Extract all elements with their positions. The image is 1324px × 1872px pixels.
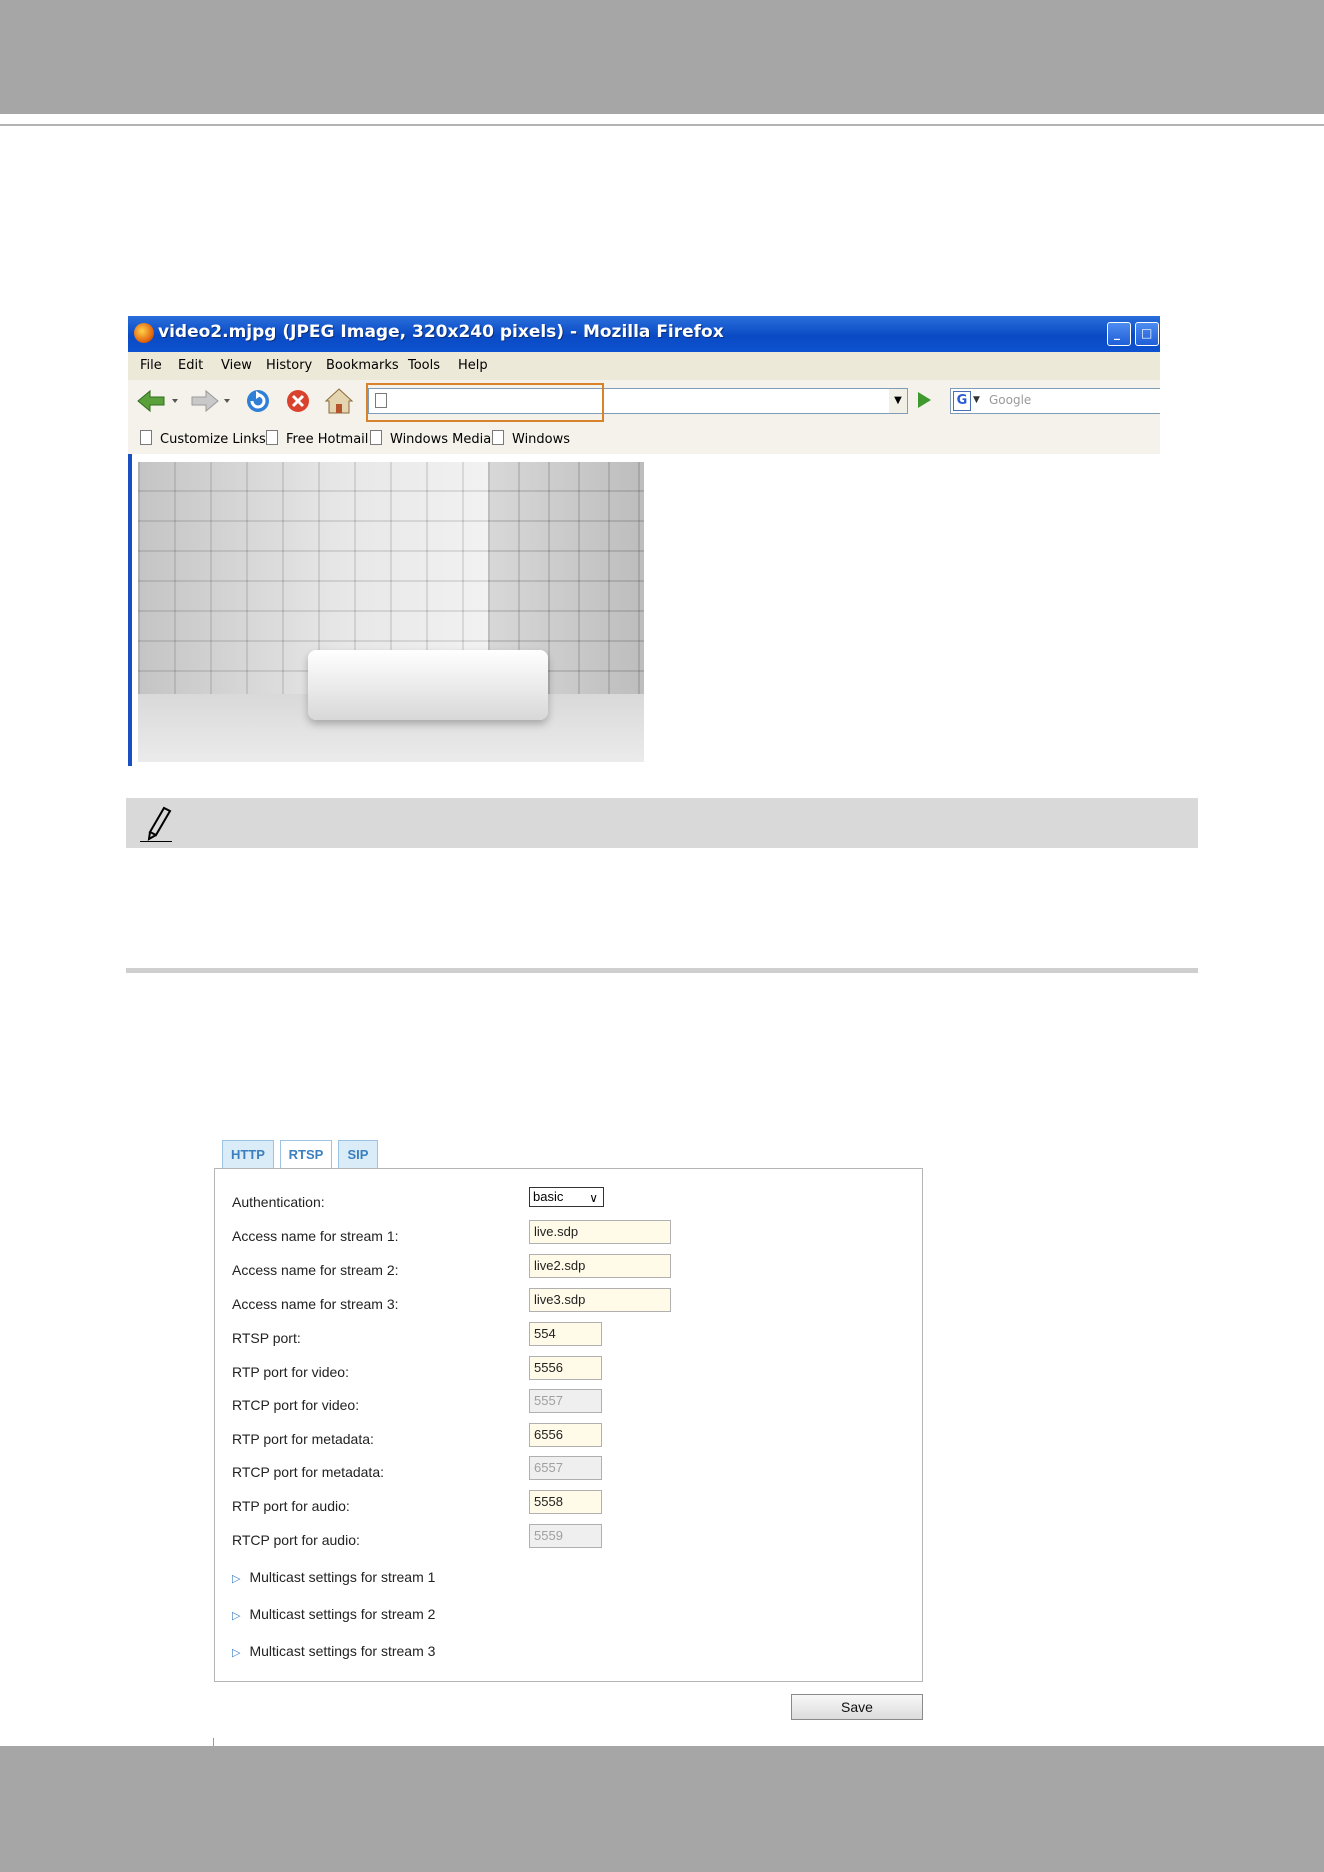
save-button[interactable]: Save — [791, 1694, 923, 1720]
menu-edit[interactable]: Edit — [178, 358, 203, 373]
page-header-band — [0, 0, 1324, 114]
go-button-icon[interactable] — [913, 388, 935, 412]
rtcp-audio-port-input: 5559 — [529, 1524, 602, 1548]
snapshot-bed — [308, 650, 548, 720]
bookmark-item[interactable]: Windows — [492, 430, 570, 447]
window-titlebar: video2.mjpg (JPEG Image, 320x240 pixels)… — [128, 316, 1160, 352]
bookmark-item[interactable]: Free Hotmail — [266, 430, 368, 447]
window-title: video2.mjpg (JPEG Image, 320x240 pixels)… — [158, 322, 724, 342]
menu-history[interactable]: History — [266, 358, 312, 373]
menu-bookmarks[interactable]: Bookmarks — [326, 358, 399, 373]
rtcp-metadata-port-input: 6557 — [529, 1456, 602, 1480]
back-arrow-icon[interactable] — [136, 388, 180, 414]
bookmark-page-icon — [370, 430, 382, 445]
expand-arrow-icon: ▷ — [232, 1647, 241, 1659]
rtcp-video-port-label: RTCP port for video: — [232, 1397, 360, 1413]
rtp-video-port-label: RTP port for video: — [232, 1364, 349, 1380]
navigation-toolbar: ▼ G ▼ Google — [128, 380, 1160, 422]
bookmark-label: Windows — [512, 432, 571, 447]
bookmark-page-icon — [492, 430, 504, 445]
bookmark-page-icon — [140, 430, 152, 445]
bookmark-item[interactable]: Customize Links — [140, 430, 266, 447]
expand-arrow-icon: ▷ — [232, 1610, 241, 1622]
search-box[interactable]: G ▼ Google — [950, 388, 1160, 414]
minimize-button[interactable]: _ — [1107, 322, 1131, 346]
bookmark-page-icon — [266, 430, 278, 445]
engine-dropdown-icon[interactable]: ▼ — [973, 395, 980, 405]
authentication-value: basic — [533, 1189, 564, 1204]
stream1-access-name-input[interactable]: live.sdp — [529, 1220, 671, 1244]
menu-bar: File Edit View History Bookmarks Tools H… — [128, 352, 1160, 381]
tab-http[interactable]: HTTP — [222, 1140, 274, 1168]
page-footer-band — [0, 1746, 1324, 1872]
rtcp-audio-port-label: RTCP port for audio: — [232, 1532, 360, 1548]
forward-arrow-icon[interactable] — [188, 388, 232, 414]
rtp-audio-port-label: RTP port for audio: — [232, 1498, 350, 1514]
rtcp-video-port-input: 5557 — [529, 1389, 602, 1413]
multicast-stream1-label: Multicast settings for stream 1 — [249, 1569, 436, 1585]
rtp-audio-port-input[interactable]: 5558 — [529, 1490, 602, 1514]
window-left-border — [128, 454, 132, 766]
camera-snapshot-image — [138, 462, 644, 762]
pencil-note-icon — [140, 806, 172, 842]
menu-tools[interactable]: Tools — [408, 358, 440, 373]
stream3-access-name-input[interactable]: live3.sdp — [529, 1288, 671, 1312]
multicast-stream1-toggle[interactable]: ▷ Multicast settings for stream 1 — [232, 1569, 435, 1585]
panel-edge-tick — [213, 1738, 214, 1746]
multicast-stream2-label: Multicast settings for stream 2 — [249, 1606, 436, 1622]
expand-arrow-icon: ▷ — [232, 1573, 241, 1585]
multicast-stream3-label: Multicast settings for stream 3 — [249, 1643, 436, 1659]
bookmark-item[interactable]: Windows Media — [370, 430, 491, 447]
stream1-access-name-label: Access name for stream 1: — [232, 1228, 399, 1244]
rtcp-metadata-port-label: RTCP port for metadata: — [232, 1464, 384, 1480]
menu-file[interactable]: File — [140, 358, 162, 373]
bookmark-label: Windows Media — [390, 432, 492, 447]
search-placeholder: Google — [989, 393, 1032, 407]
note-bar — [126, 798, 1198, 848]
bookmark-label: Free Hotmail — [286, 432, 369, 447]
reload-icon[interactable] — [244, 387, 272, 415]
rtsp-port-input[interactable]: 554 — [529, 1322, 602, 1346]
header-rule — [0, 124, 1324, 126]
stream2-access-name-input[interactable]: live2.sdp — [529, 1254, 671, 1278]
firefox-logo-icon — [134, 323, 154, 343]
multicast-stream3-toggle[interactable]: ▷ Multicast settings for stream 3 — [232, 1643, 435, 1659]
rtp-video-port-input[interactable]: 5556 — [529, 1356, 602, 1380]
section-separator — [126, 968, 1198, 973]
chevron-down-icon: ∨ — [589, 1191, 598, 1205]
rtp-metadata-port-input[interactable]: 6556 — [529, 1423, 602, 1447]
google-search-engine-icon[interactable]: G — [953, 391, 971, 411]
maximize-button[interactable]: □ — [1135, 322, 1159, 346]
authentication-select[interactable]: basic ∨ — [529, 1187, 604, 1207]
firefox-screenshot: video2.mjpg (JPEG Image, 320x240 pixels)… — [128, 316, 1160, 766]
url-highlight-box — [366, 383, 604, 422]
bookmarks-toolbar: Customize Links Free Hotmail Windows Med… — [128, 422, 1160, 455]
menu-view[interactable]: View — [221, 358, 252, 373]
tab-rtsp[interactable]: RTSP — [280, 1140, 332, 1170]
stream2-access-name-label: Access name for stream 2: — [232, 1262, 399, 1278]
rtsp-port-label: RTSP port: — [232, 1330, 301, 1346]
stop-icon[interactable] — [284, 387, 312, 415]
url-dropdown-button[interactable]: ▼ — [889, 388, 908, 414]
tab-sip[interactable]: SIP — [338, 1140, 378, 1168]
multicast-stream2-toggle[interactable]: ▷ Multicast settings for stream 2 — [232, 1606, 435, 1622]
bookmark-label: Customize Links — [160, 432, 266, 447]
stream3-access-name-label: Access name for stream 3: — [232, 1296, 399, 1312]
menu-help[interactable]: Help — [458, 358, 488, 373]
rtp-metadata-port-label: RTP port for metadata: — [232, 1431, 374, 1447]
home-icon[interactable] — [324, 386, 354, 416]
authentication-label: Authentication: — [232, 1194, 325, 1210]
